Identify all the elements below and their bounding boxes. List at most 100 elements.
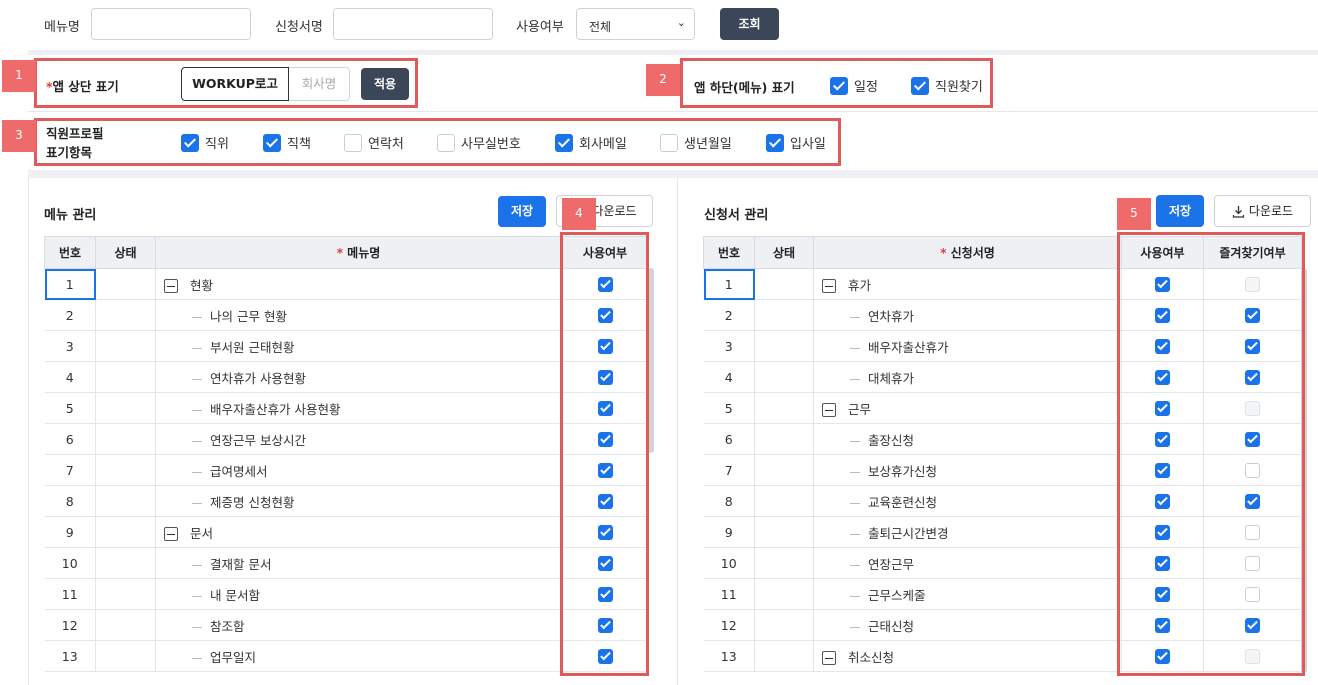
use-checkbox[interactable] <box>597 525 613 540</box>
table-row[interactable]: 10 결재할 문서 <box>44 547 649 579</box>
bottom-option-find-staff[interactable]: 직원찾기 <box>911 76 983 95</box>
use-checkbox[interactable] <box>1155 277 1170 292</box>
favorite-checkbox[interactable] <box>1245 494 1260 509</box>
name-cell[interactable]: 출장신청 <box>813 423 1122 455</box>
profile-option-company-email[interactable]: 회사메일 <box>555 133 660 152</box>
use-checkbox[interactable] <box>1155 308 1170 323</box>
name-cell[interactable]: 연차휴가 사용현황 <box>155 361 562 393</box>
form-download-button[interactable]: 다운로드 <box>1214 195 1311 227</box>
minus-square-icon[interactable] <box>822 651 836 665</box>
name-cell[interactable]: 내 문서함 <box>155 578 562 610</box>
use-checkbox[interactable] <box>597 556 613 571</box>
menu-save-button[interactable]: 저장 <box>498 196 546 227</box>
table-row[interactable]: 13 취소신청 <box>703 640 1302 672</box>
table-row[interactable]: 8 교육훈련신청 <box>703 485 1302 517</box>
column-header-no[interactable]: 번호 <box>703 236 755 269</box>
name-cell[interactable]: 근태신청 <box>813 609 1122 641</box>
form-save-button[interactable]: 저장 <box>1156 195 1204 227</box>
table-row[interactable]: 13 업무일지 <box>44 640 649 672</box>
use-checkbox[interactable] <box>597 339 613 354</box>
name-cell[interactable]: 현황 <box>155 268 562 300</box>
table-row[interactable]: 11 내 문서함 <box>44 578 649 610</box>
column-header-favorite[interactable]: 즐겨찾기여부 <box>1203 236 1302 269</box>
column-header-use[interactable]: 사용여부 <box>561 236 649 269</box>
checkbox[interactable] <box>911 76 929 95</box>
table-row[interactable]: 7 급여명세서 <box>44 454 649 486</box>
table-row[interactable]: 2 나의 근무 현황 <box>44 299 649 331</box>
use-checkbox[interactable] <box>1155 370 1170 385</box>
use-checkbox[interactable] <box>1155 587 1170 602</box>
search-button[interactable]: 조회 <box>720 8 779 40</box>
table-row[interactable]: 6 연장근무 보상시간 <box>44 423 649 455</box>
form-name-input[interactable] <box>333 8 493 40</box>
name-cell[interactable]: 연장근무 보상시간 <box>155 423 562 455</box>
name-cell[interactable]: 보상휴가신청 <box>813 454 1122 486</box>
favorite-checkbox[interactable] <box>1245 525 1260 540</box>
favorite-checkbox[interactable] <box>1245 556 1260 571</box>
table-row[interactable]: 1 휴가 <box>703 268 1302 300</box>
name-cell[interactable]: 교육훈련신청 <box>813 485 1122 517</box>
scrollbar[interactable] <box>648 268 654 453</box>
name-cell[interactable]: 급여명세서 <box>155 454 562 486</box>
name-cell[interactable]: 문서 <box>155 516 562 548</box>
use-checkbox[interactable] <box>597 308 613 323</box>
name-cell[interactable]: 부서원 근태현황 <box>155 330 562 362</box>
top-option-company[interactable]: 회사명 <box>289 67 350 101</box>
table-row[interactable]: 5 근무 <box>703 392 1302 424</box>
use-checkbox[interactable] <box>1155 556 1170 571</box>
name-cell[interactable]: 연장근무 <box>813 547 1122 579</box>
name-cell[interactable]: 대체휴가 <box>813 361 1122 393</box>
table-row[interactable]: 3 배우자출산휴가 <box>703 330 1302 362</box>
name-cell[interactable]: 배우자출산휴가 <box>813 330 1122 362</box>
table-row[interactable]: 5 배우자출산휴가 사용현황 <box>44 392 649 424</box>
table-row[interactable]: 10 연장근무 <box>703 547 1302 579</box>
use-checkbox[interactable] <box>597 618 613 633</box>
menu-name-input[interactable] <box>91 8 251 40</box>
use-checkbox[interactable] <box>597 649 613 664</box>
table-row[interactable]: 8 제증명 신청현황 <box>44 485 649 517</box>
name-cell[interactable]: 연차휴가 <box>813 299 1122 331</box>
minus-square-icon[interactable] <box>164 527 178 541</box>
table-row[interactable]: 4 연차휴가 사용현황 <box>44 361 649 393</box>
table-row[interactable]: 9 문서 <box>44 516 649 548</box>
table-row[interactable]: 6 출장신청 <box>703 423 1302 455</box>
name-cell[interactable]: 참조함 <box>155 609 562 641</box>
table-row[interactable]: 1 현황 <box>44 268 649 300</box>
table-row[interactable]: 2 연차휴가 <box>703 299 1302 331</box>
table-row[interactable]: 12 근태신청 <box>703 609 1302 641</box>
profile-option-office-phone[interactable]: 사무실번호 <box>437 133 555 152</box>
favorite-checkbox[interactable] <box>1245 587 1260 602</box>
use-checkbox[interactable] <box>597 277 613 292</box>
name-cell[interactable]: 제증명 신청현황 <box>155 485 562 517</box>
name-cell[interactable]: 휴가 <box>813 268 1122 300</box>
name-cell[interactable]: 근무스케줄 <box>813 578 1122 610</box>
checkbox[interactable] <box>830 76 848 95</box>
table-row[interactable]: 11 근무스케줄 <box>703 578 1302 610</box>
column-header-status[interactable]: 상태 <box>754 236 814 269</box>
name-cell[interactable]: 배우자출산휴가 사용현황 <box>155 392 562 424</box>
table-row[interactable]: 9 출퇴근시간변경 <box>703 516 1302 548</box>
name-cell[interactable]: 업무일지 <box>155 640 562 672</box>
use-checkbox[interactable] <box>597 432 613 447</box>
use-checkbox[interactable] <box>1155 649 1170 664</box>
column-header-status[interactable]: 상태 <box>95 236 156 269</box>
table-row[interactable]: 4 대체휴가 <box>703 361 1302 393</box>
name-cell[interactable]: 나의 근무 현황 <box>155 299 562 331</box>
favorite-checkbox[interactable] <box>1245 432 1260 447</box>
column-header-no[interactable]: 번호 <box>44 236 96 269</box>
minus-square-icon[interactable] <box>164 279 178 293</box>
scrollbar[interactable] <box>1301 268 1307 673</box>
use-checkbox[interactable] <box>597 494 613 509</box>
use-checkbox[interactable] <box>597 587 613 602</box>
profile-option-hire-date[interactable]: 입사일 <box>766 133 846 152</box>
table-row[interactable]: 12 참조함 <box>44 609 649 641</box>
minus-square-icon[interactable] <box>822 403 836 417</box>
use-checkbox[interactable] <box>1155 339 1170 354</box>
profile-option-birthdate[interactable]: 생년월일 <box>660 133 766 152</box>
use-checkbox[interactable] <box>1155 618 1170 633</box>
table-row[interactable]: 7 보상휴가신청 <box>703 454 1302 486</box>
name-cell[interactable]: 출퇴근시간변경 <box>813 516 1122 548</box>
favorite-checkbox[interactable] <box>1245 370 1260 385</box>
use-checkbox[interactable] <box>1155 463 1170 478</box>
use-checkbox[interactable] <box>1155 525 1170 540</box>
